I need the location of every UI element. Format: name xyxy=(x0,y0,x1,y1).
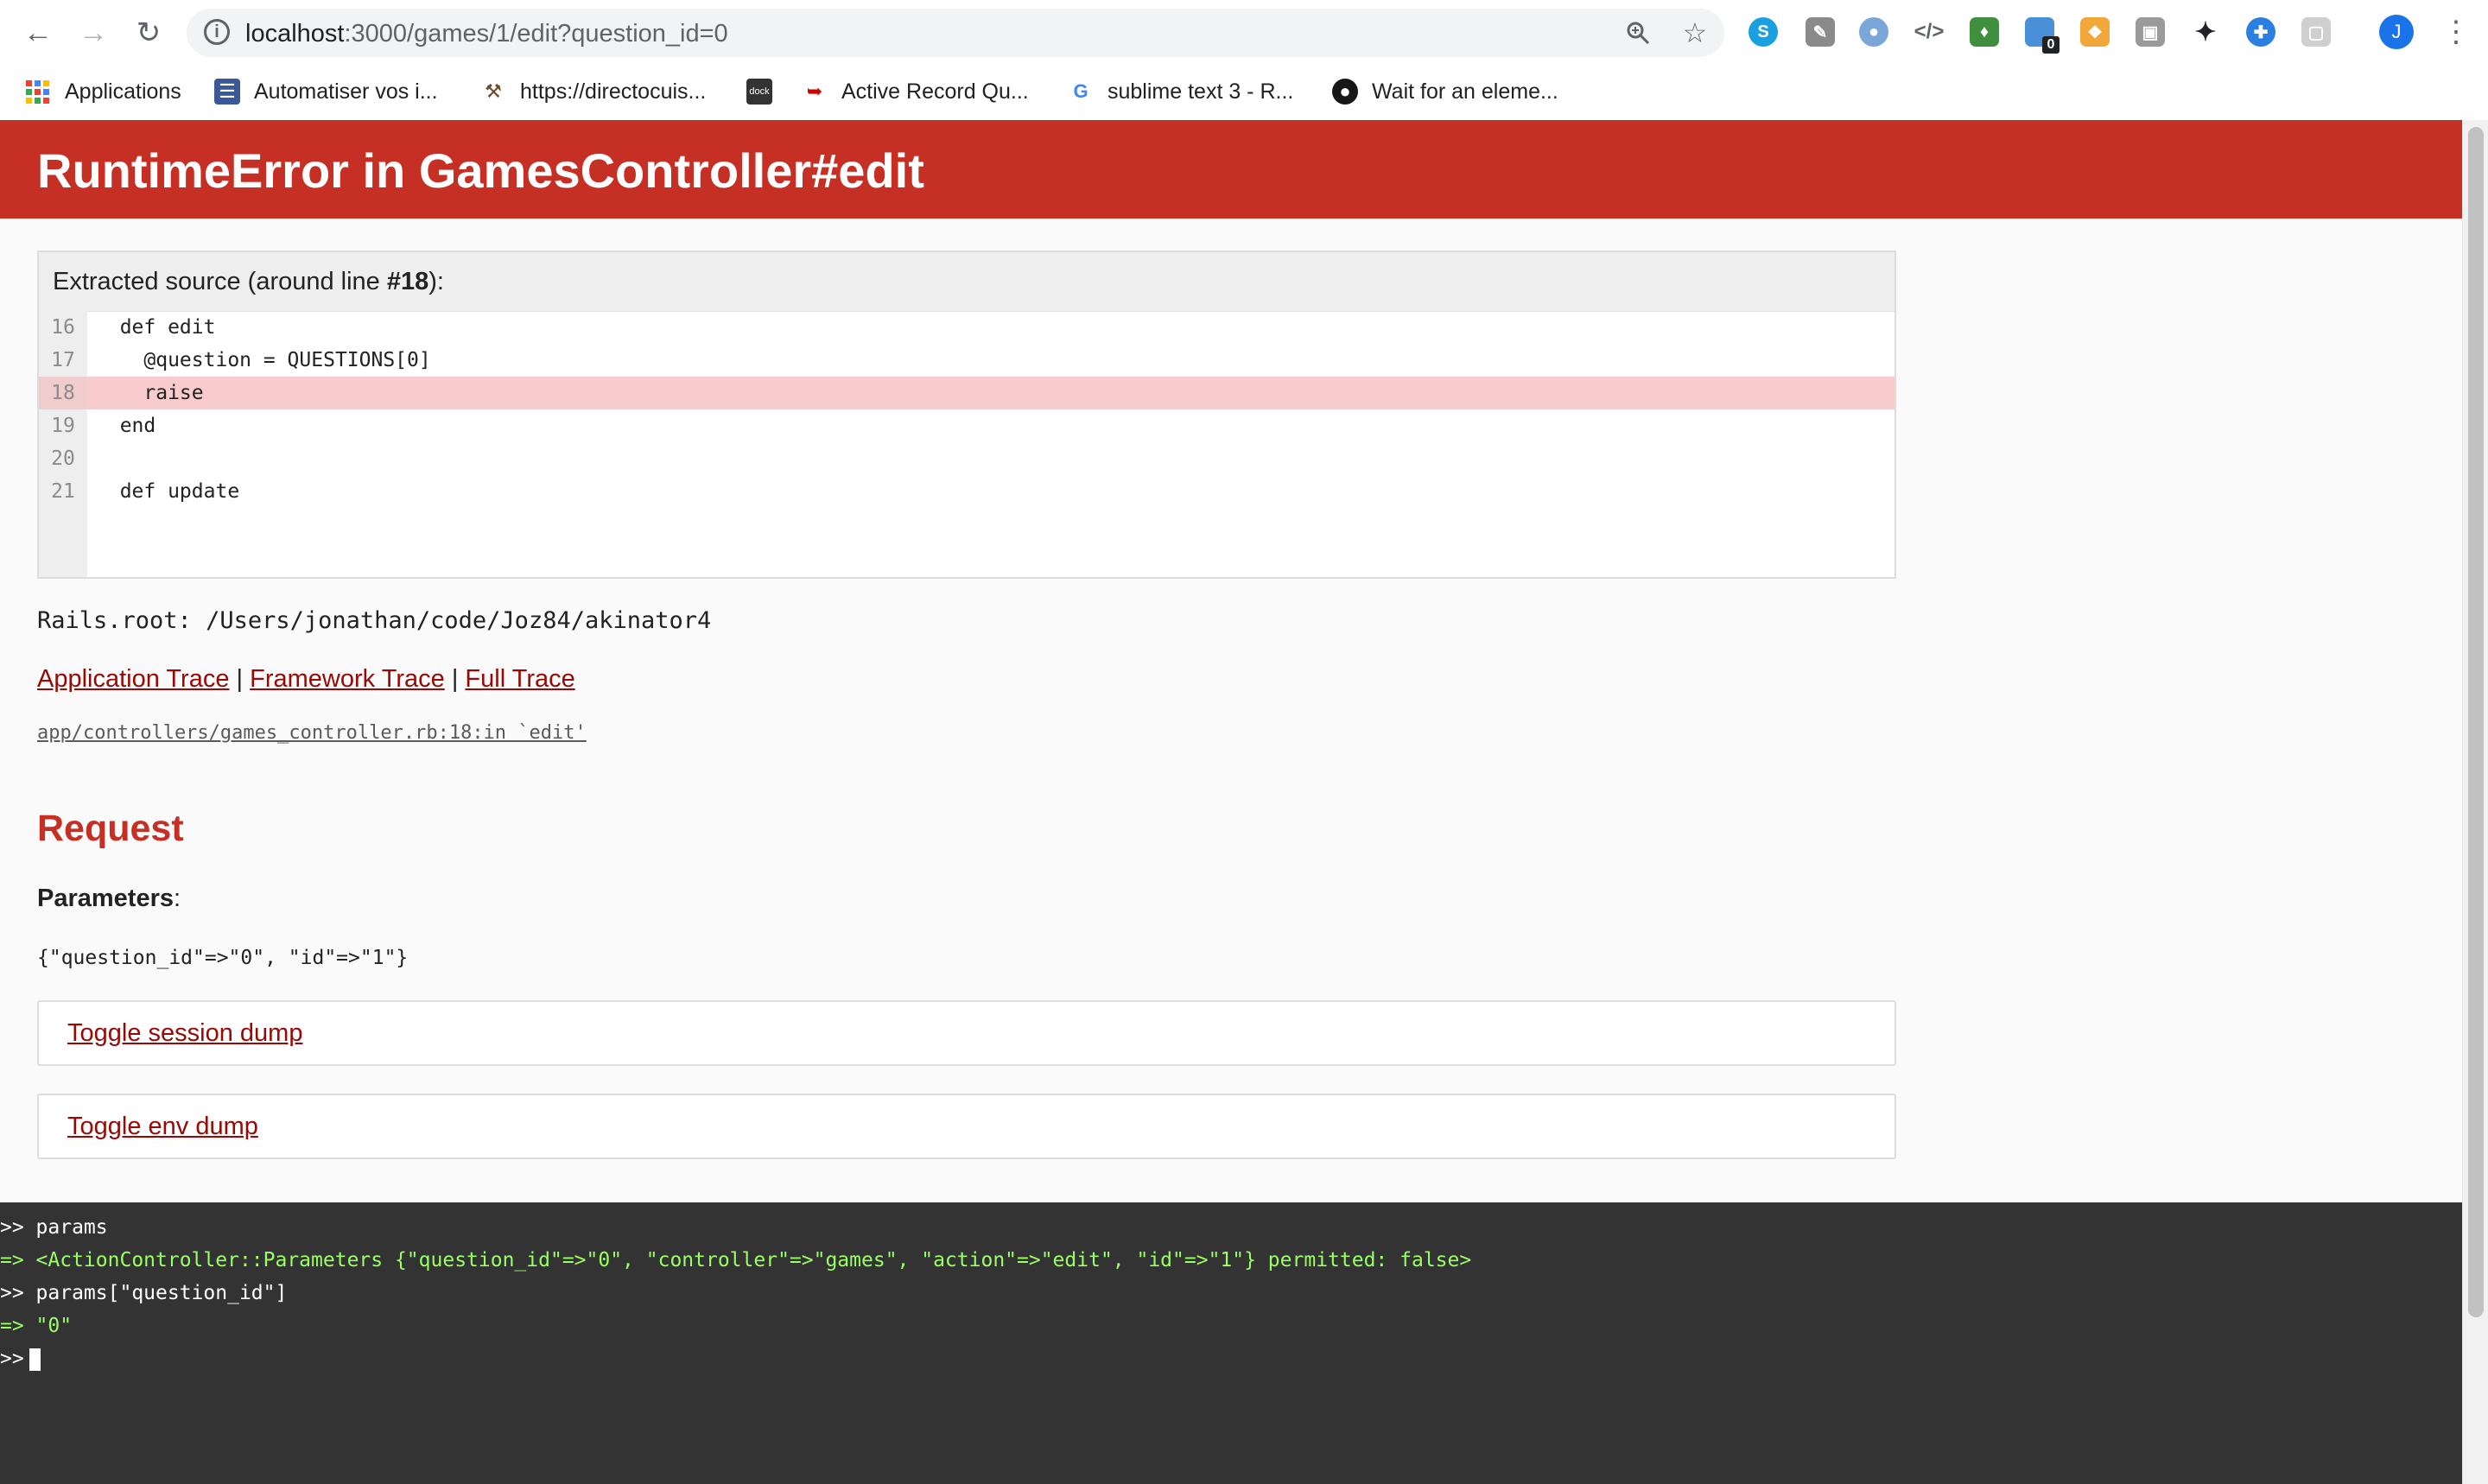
circle-extension-icon[interactable]: ✚ xyxy=(2246,17,2275,47)
profile-avatar[interactable]: J xyxy=(2379,15,2414,49)
ghost-extension-icon[interactable]: 0 xyxy=(2025,17,2060,54)
page-scrollbar[interactable] xyxy=(2462,120,2488,1484)
session-dump-box: Toggle session dump xyxy=(37,1000,1896,1066)
console-input-line: >> params["question_id"] xyxy=(0,1282,288,1304)
code-extension-icon[interactable]: </> xyxy=(1914,17,1945,47)
console-prompt[interactable]: >> xyxy=(0,1342,41,1375)
full-trace-link[interactable]: Full Trace xyxy=(465,665,574,693)
address-bar[interactable]: i localhost:3000/games/1/edit?question_i… xyxy=(187,9,1724,57)
bookmark-automatiser[interactable]: ☰ Automatiser vos i... xyxy=(214,74,438,109)
shield-extension-icon[interactable]: ● xyxy=(1859,17,1888,47)
console-output-line: => "0" xyxy=(0,1315,73,1337)
code-line: 19 end xyxy=(51,415,156,437)
extension-badge: 0 xyxy=(2042,36,2060,54)
extracted-source: Extracted source (around line #18): 16 d… xyxy=(37,251,1896,579)
code-line: 20 xyxy=(51,447,75,470)
bird-extension-icon[interactable]: ✦ xyxy=(2191,17,2220,47)
bookmark-dock[interactable]: dock xyxy=(746,74,786,109)
toggle-env-dump-link[interactable]: Toggle env dump xyxy=(67,1113,258,1141)
error-header: RuntimeError in GamesController#edit xyxy=(0,120,2462,219)
rails-root: Rails.root: /Users/jonathan/code/Joz84/a… xyxy=(37,607,712,634)
book-icon: ☰ xyxy=(214,79,240,105)
console-input-line: >> params xyxy=(0,1216,108,1239)
text-cursor xyxy=(29,1348,41,1371)
parameters-value: {"question_id"=>"0", "id"=>"1"} xyxy=(37,947,409,969)
eyedropper-extension-icon[interactable]: ✎ xyxy=(1806,17,1835,47)
trace-line-link[interactable]: app/controllers/games_controller.rb:18:i… xyxy=(37,722,587,744)
page-title: RuntimeError in GamesController#edit xyxy=(37,143,924,198)
bookmarks-bar: Applications ☰ Automatiser vos i... ⚒ ht… xyxy=(0,66,2488,120)
bookmark-sublime[interactable]: G sublime text 3 - R... xyxy=(1068,74,1293,109)
source-heading: Extracted source (around line #18): xyxy=(39,252,1895,312)
framework-trace-link[interactable]: Framework Trace xyxy=(250,665,445,693)
utensils-icon: ⚒ xyxy=(485,80,502,102)
request-heading: Request xyxy=(37,808,184,849)
bookmark-active-record[interactable]: ➥ Active Record Qu... xyxy=(802,74,1029,109)
scrollbar-thumb[interactable] xyxy=(2468,127,2484,1317)
rails-icon: ➥ xyxy=(806,80,823,102)
kebab-menu-icon[interactable]: ⋮ xyxy=(2441,12,2471,52)
forward-arrow-icon[interactable]: → xyxy=(76,16,111,50)
apps-grid-icon xyxy=(26,79,49,104)
evernote-extension-icon[interactable]: ♦ xyxy=(1970,17,1999,47)
url-text[interactable]: localhost:3000/games/1/edit?question_id=… xyxy=(245,20,728,48)
trace-links: Application Trace | Framework Trace | Fu… xyxy=(37,665,575,693)
code-line-highlighted: 18 raise xyxy=(39,377,1895,409)
parameters-label: Parameters: xyxy=(37,885,181,912)
github-icon: ● xyxy=(1332,79,1358,105)
bookmark-wait-for-element[interactable]: ● Wait for an eleme... xyxy=(1332,74,1558,109)
chat-extension-icon[interactable]: ▢ xyxy=(2301,17,2331,47)
colorpicker-extension-icon[interactable]: ❖ xyxy=(2080,17,2110,47)
skype-extension-icon[interactable]: S xyxy=(1749,17,1778,47)
code-line: 21 def update xyxy=(51,480,240,503)
browser-toolbar: ← → ↻ i localhost:3000/games/1/edit?ques… xyxy=(0,0,2488,66)
code-line: 16 def edit xyxy=(51,316,216,339)
dock-icon: dock xyxy=(746,79,772,105)
console-output-line: => <ActionController::Parameters {"quest… xyxy=(0,1249,1472,1272)
env-dump-box: Toggle env dump xyxy=(37,1094,1896,1159)
star-icon[interactable]: ☆ xyxy=(1678,16,1712,50)
browser-chrome: ← → ↻ i localhost:3000/games/1/edit?ques… xyxy=(0,0,2488,120)
bookmark-applications[interactable]: Applications xyxy=(26,74,181,109)
back-arrow-icon[interactable]: ← xyxy=(21,16,55,50)
web-console[interactable]: >> params => <ActionController::Paramete… xyxy=(0,1202,2462,1484)
reload-icon[interactable]: ↻ xyxy=(131,16,166,50)
zoom-icon[interactable] xyxy=(1621,16,1655,50)
google-icon: G xyxy=(1073,80,1088,102)
code-line: 17 @question = QUESTIONS[0] xyxy=(51,349,431,371)
application-trace-link[interactable]: Application Trace xyxy=(37,665,229,693)
info-icon[interactable]: i xyxy=(204,19,230,45)
bookmark-directocuis[interactable]: ⚒ https://directocuis... xyxy=(480,74,706,109)
toggle-session-dump-link[interactable]: Toggle session dump xyxy=(67,1019,302,1048)
window-extension-icon[interactable]: ▣ xyxy=(2136,17,2165,47)
